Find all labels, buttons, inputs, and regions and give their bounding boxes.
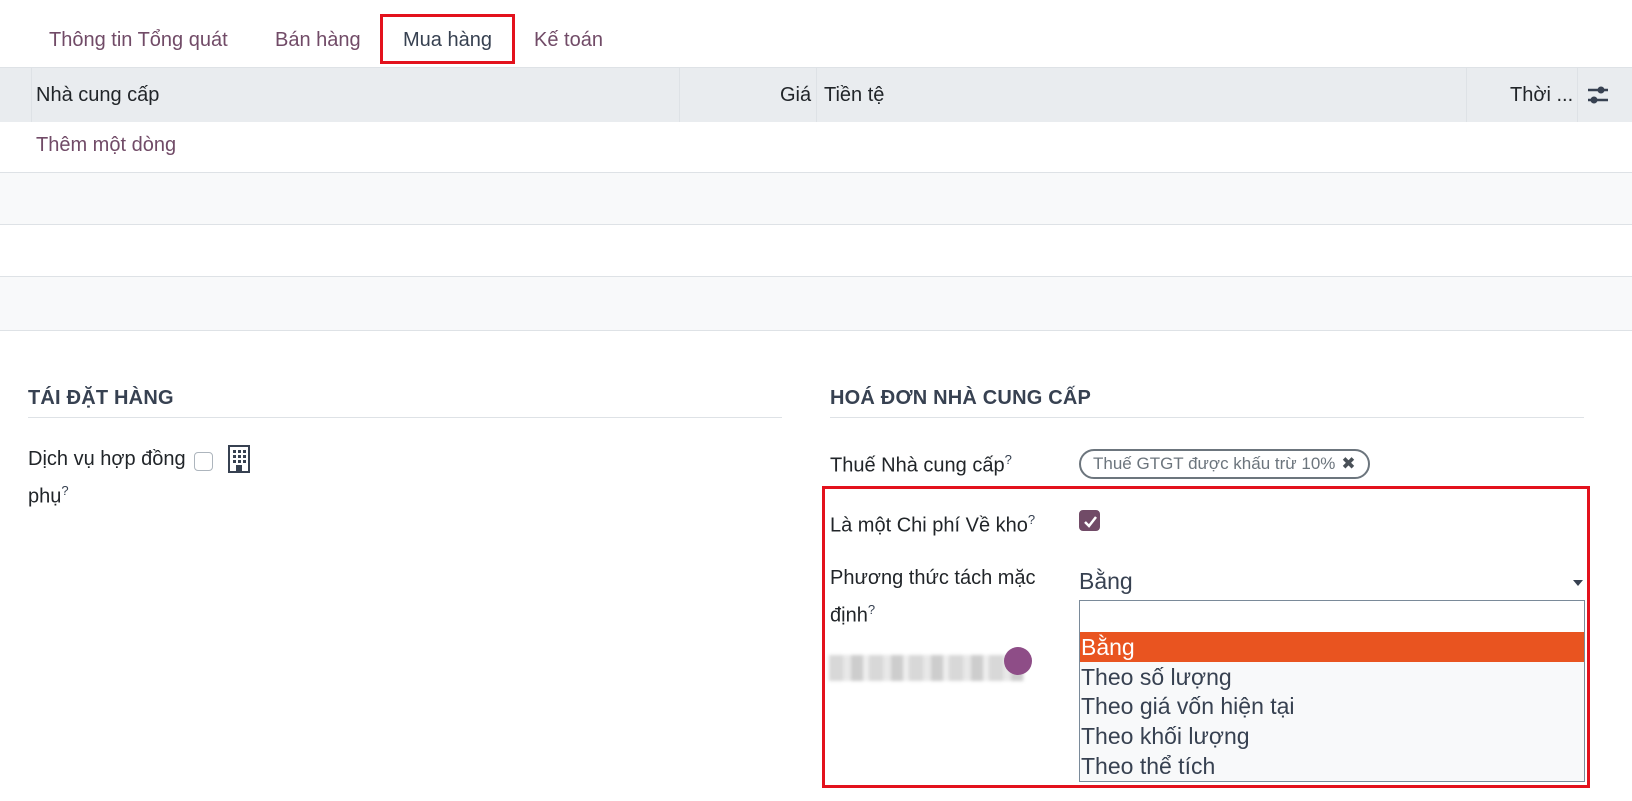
column-separator	[31, 68, 32, 122]
landed-cost-label-text: Là một Chi phí Về kho	[830, 514, 1028, 537]
landed-cost-label: Là một Chi phí Về kho?	[830, 504, 1035, 542]
split-method-label: Phương thức tách mặc định?	[830, 563, 1060, 632]
remove-tag-icon[interactable]: ✖	[1341, 454, 1355, 473]
split-method-select[interactable]: Bằng	[1079, 568, 1133, 595]
column-separator	[1466, 68, 1467, 122]
redacted-field-label	[829, 655, 1024, 681]
tab-general-info[interactable]: Thông tin Tổng quát	[49, 14, 228, 64]
dropdown-option[interactable]: Theo số lượng	[1080, 662, 1584, 692]
dropdown-option[interactable]: Bằng	[1080, 632, 1584, 662]
tab-sales[interactable]: Bán hàng	[275, 14, 361, 64]
tab-purchase[interactable]: Mua hàng	[380, 14, 515, 64]
reordering-section-title: TÁI ĐẶT HÀNG	[28, 387, 174, 409]
sliders-icon[interactable]	[1586, 83, 1610, 107]
help-tooltip-icon[interactable]: ?	[1028, 512, 1035, 527]
redacted-indicator	[1004, 647, 1032, 675]
chevron-down-icon[interactable]	[1573, 580, 1583, 586]
vendor-tax-label-text: Thuế Nhà cung cấp	[830, 454, 1005, 477]
column-header-price[interactable]: Giá	[780, 68, 811, 122]
vendor-tax-label: Thuế Nhà cung cấp?	[830, 444, 1012, 482]
column-header-delivery-time[interactable]: Thời ...	[1510, 68, 1573, 122]
dropdown-search-input[interactable]	[1080, 601, 1584, 633]
subcontract-checkbox[interactable]	[194, 452, 213, 471]
check-icon	[1084, 516, 1097, 528]
split-method-label-text: Phương thức tách mặc định	[830, 567, 1036, 627]
dropdown-option[interactable]: Theo giá vốn hiện tại	[1080, 691, 1584, 721]
vendor-tax-tag-label: Thuế GTGT được khấu trừ 10%	[1093, 454, 1336, 473]
column-separator	[679, 68, 680, 122]
subcontract-label-text: Dịch vụ hợp đồng phụ	[28, 448, 186, 508]
help-tooltip-icon[interactable]: ?	[1005, 452, 1012, 467]
dropdown-option[interactable]: Theo khối lượng	[1080, 721, 1584, 751]
help-tooltip-icon[interactable]: ?	[868, 602, 875, 617]
add-line-row	[0, 121, 1632, 173]
column-header-vendor[interactable]: Nhà cung cấp	[36, 68, 159, 122]
section-divider	[830, 417, 1584, 418]
column-separator	[1577, 68, 1578, 122]
landed-cost-checkbox[interactable]	[1079, 510, 1100, 531]
column-header-currency[interactable]: Tiền tệ	[824, 68, 884, 122]
vendor-bills-section-title: HOÁ ĐƠN NHÀ CUNG CẤP	[830, 387, 1092, 409]
split-method-dropdown: Bằng Theo số lượng Theo giá vốn hiện tại…	[1079, 600, 1585, 782]
table-row	[0, 225, 1632, 277]
notebook-tabs: Thông tin Tổng quát Bán hàng Mua hàng Kế…	[0, 0, 1632, 67]
tab-accounting[interactable]: Kế toán	[534, 14, 603, 64]
section-divider	[28, 417, 782, 418]
add-line-link[interactable]: Thêm một dòng	[36, 134, 176, 157]
column-separator	[816, 68, 817, 122]
help-tooltip-icon[interactable]: ?	[61, 483, 68, 498]
table-row	[0, 277, 1632, 331]
subcontract-label: Dịch vụ hợp đồng phụ?	[28, 444, 198, 513]
table-row	[0, 173, 1632, 225]
building-icon[interactable]	[228, 445, 250, 473]
dropdown-option[interactable]: Theo thể tích	[1080, 751, 1584, 781]
vendor-tax-tag[interactable]: Thuế GTGT được khấu trừ 10% ✖	[1079, 449, 1370, 479]
vendor-table-header: Nhà cung cấp Giá Tiền tệ Thời ...	[0, 67, 1632, 122]
